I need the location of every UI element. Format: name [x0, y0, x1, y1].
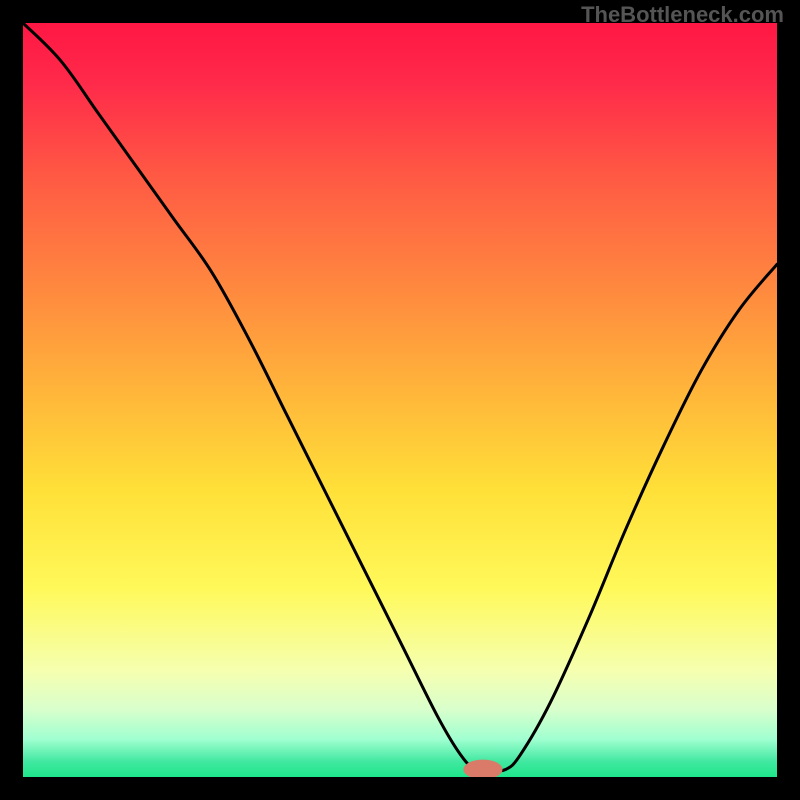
chart-svg	[23, 23, 777, 777]
bottleneck-chart	[23, 23, 777, 777]
watermark-text: TheBottleneck.com	[581, 2, 784, 28]
gradient-background	[23, 23, 777, 777]
